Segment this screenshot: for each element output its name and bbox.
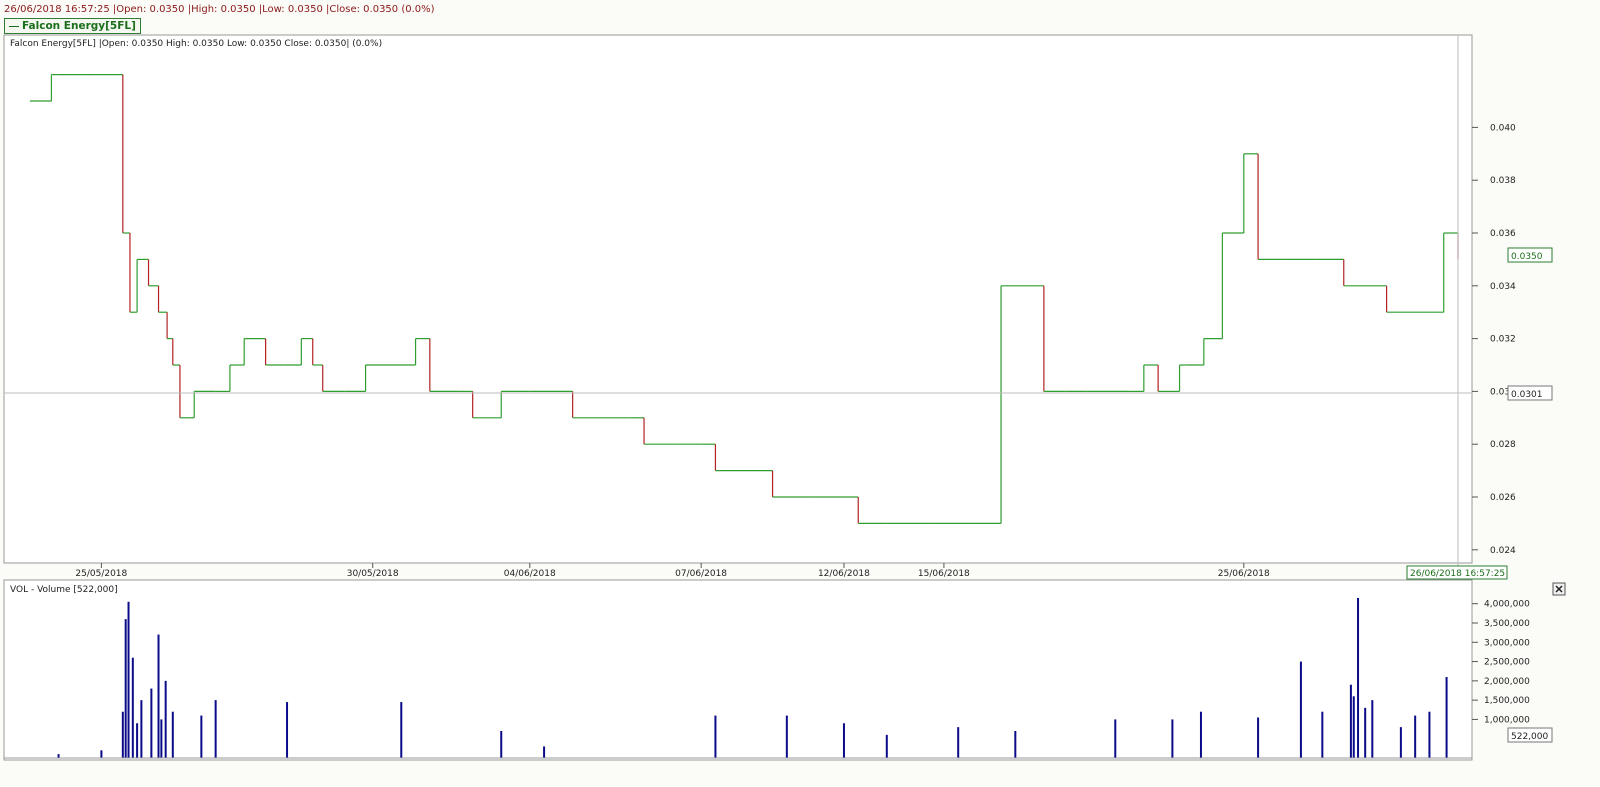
volume-bar <box>157 634 160 758</box>
volume-bar <box>1399 727 1402 758</box>
price-x-tick-label: 25/06/2018 <box>1218 569 1270 579</box>
volume-y-tick-label: 4,000,000 <box>1484 600 1530 610</box>
price-x-axis: 25/05/2018 30/05/2018 04/06/2018 07/06/2018… <box>75 563 1270 579</box>
price-y-tick-label: 0.024 <box>1490 546 1516 556</box>
volume-bar <box>1371 700 1374 758</box>
volume-bar <box>500 731 503 758</box>
volume-bar <box>121 711 124 758</box>
price-y-axis: 0.0240.0260.0280.0300.0320.0340.0360.038… <box>1472 123 1516 556</box>
volume-panel[interactable] <box>3 579 1473 761</box>
volume-bar <box>1364 707 1367 758</box>
last-volume-label: 522,000 <box>1511 732 1548 742</box>
volume-y-tick-label: 3,500,000 <box>1484 619 1530 629</box>
volume-bar <box>136 723 139 758</box>
price-x-tick-label: 25/05/2018 <box>75 569 127 579</box>
cursor-time-tag: 26/06/2018 16:57:25 <box>1406 565 1508 580</box>
volume-bar <box>543 746 546 758</box>
last-price-tag: 0.0350 <box>1507 247 1553 263</box>
volume-y-tick-label: 1,500,000 <box>1484 696 1530 706</box>
volume-bar <box>171 711 174 758</box>
volume-bar <box>1257 717 1260 758</box>
price-x-tick-label: 12/06/2018 <box>818 569 870 579</box>
volume-bar <box>100 750 103 758</box>
volume-bar <box>1114 719 1117 758</box>
volume-bar <box>1321 711 1324 758</box>
volume-bar <box>214 700 217 758</box>
volume-bar <box>957 727 960 758</box>
volume-bar <box>842 723 845 758</box>
price-x-tick-label: 07/06/2018 <box>675 569 727 579</box>
price-y-tick-label: 0.034 <box>1490 282 1516 292</box>
volume-bar <box>1199 711 1202 758</box>
volume-bar <box>164 680 167 758</box>
last-price-label: 0.0350 <box>1511 252 1543 262</box>
volume-bar <box>885 734 888 758</box>
price-y-tick-label: 0.040 <box>1490 123 1516 133</box>
cursor-price-tag: 0.0301 <box>1507 385 1553 401</box>
volume-y-tick-label: 2,500,000 <box>1484 658 1530 668</box>
volume-bar <box>200 715 203 758</box>
price-y-tick-label: 0.038 <box>1490 176 1516 186</box>
volume-bar <box>160 719 163 758</box>
volume-bar <box>785 715 788 758</box>
price-panel[interactable] <box>3 34 1473 564</box>
last-volume-tag: 522,000 <box>1507 727 1553 743</box>
volume-bar <box>1445 677 1448 758</box>
price-y-tick-label: 0.028 <box>1490 440 1516 450</box>
price-legend: Falcon Energy[5FL] |Open: 0.0350 High: 0… <box>10 39 382 49</box>
volume-bar <box>124 619 127 758</box>
cursor-price-label: 0.0301 <box>1511 390 1543 400</box>
price-x-tick-label: 15/06/2018 <box>918 569 970 579</box>
chart-canvas[interactable]: 0.0240.0260.0280.0300.0320.0340.0360.038… <box>0 0 1600 787</box>
volume-bar <box>131 657 134 758</box>
close-icon[interactable] <box>1552 582 1566 596</box>
volume-bar <box>150 688 153 758</box>
volume-bar <box>714 715 717 758</box>
price-x-tick-label: 04/06/2018 <box>504 569 556 579</box>
volume-y-axis: 1,000,000 1,500,000 2,000,000 2,500,000 3,00… <box>1472 600 1530 725</box>
volume-bar <box>1349 684 1352 758</box>
volume-y-tick-label: 1,000,000 <box>1484 715 1530 725</box>
volume-bar <box>140 700 143 758</box>
volume-bar <box>1357 597 1360 758</box>
volume-bar <box>1171 719 1174 758</box>
volume-bar <box>286 702 289 758</box>
volume-bar <box>1352 696 1355 758</box>
volume-bar <box>1014 731 1017 758</box>
volume-bar <box>1428 711 1431 758</box>
volume-bar <box>127 601 130 758</box>
volume-bar <box>57 754 60 758</box>
price-y-tick-label: 0.032 <box>1490 335 1516 345</box>
volume-legend: VOL - Volume [522,000] <box>10 585 118 595</box>
volume-y-tick-label: 3,000,000 <box>1484 638 1530 648</box>
volume-bar <box>1299 661 1302 758</box>
price-y-tick-label: 0.026 <box>1490 493 1516 503</box>
volume-bar <box>400 702 403 758</box>
price-x-tick-label: 30/05/2018 <box>347 569 399 579</box>
volume-y-tick-label: 2,000,000 <box>1484 677 1530 687</box>
price-y-tick-label: 0.036 <box>1490 229 1516 239</box>
volume-bar <box>1414 715 1417 758</box>
cursor-time-label: 26/06/2018 16:57:25 <box>1410 569 1505 579</box>
